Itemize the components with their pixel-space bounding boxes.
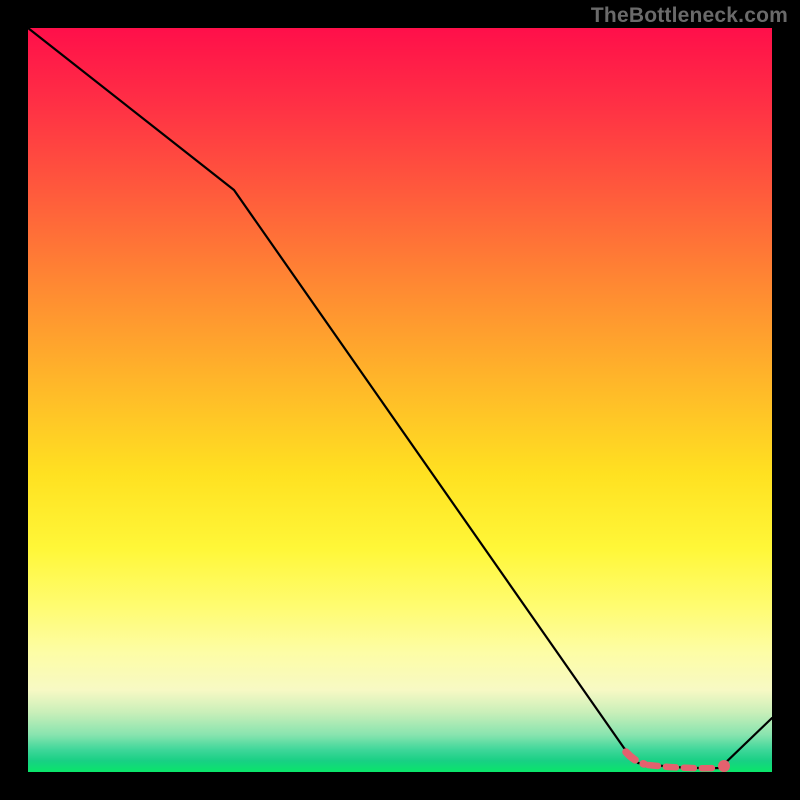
- highlight-point-icon: [718, 760, 730, 772]
- highlight-optimal-range-tail: [648, 765, 718, 768]
- watermark-text: TheBottleneck.com: [591, 4, 788, 28]
- highlight-optimal-range: [626, 752, 644, 764]
- bottleneck-curve-line: [28, 28, 772, 768]
- chart-frame: TheBottleneck.com: [0, 0, 800, 800]
- plot-area: [28, 28, 772, 772]
- chart-overlay: [28, 28, 772, 772]
